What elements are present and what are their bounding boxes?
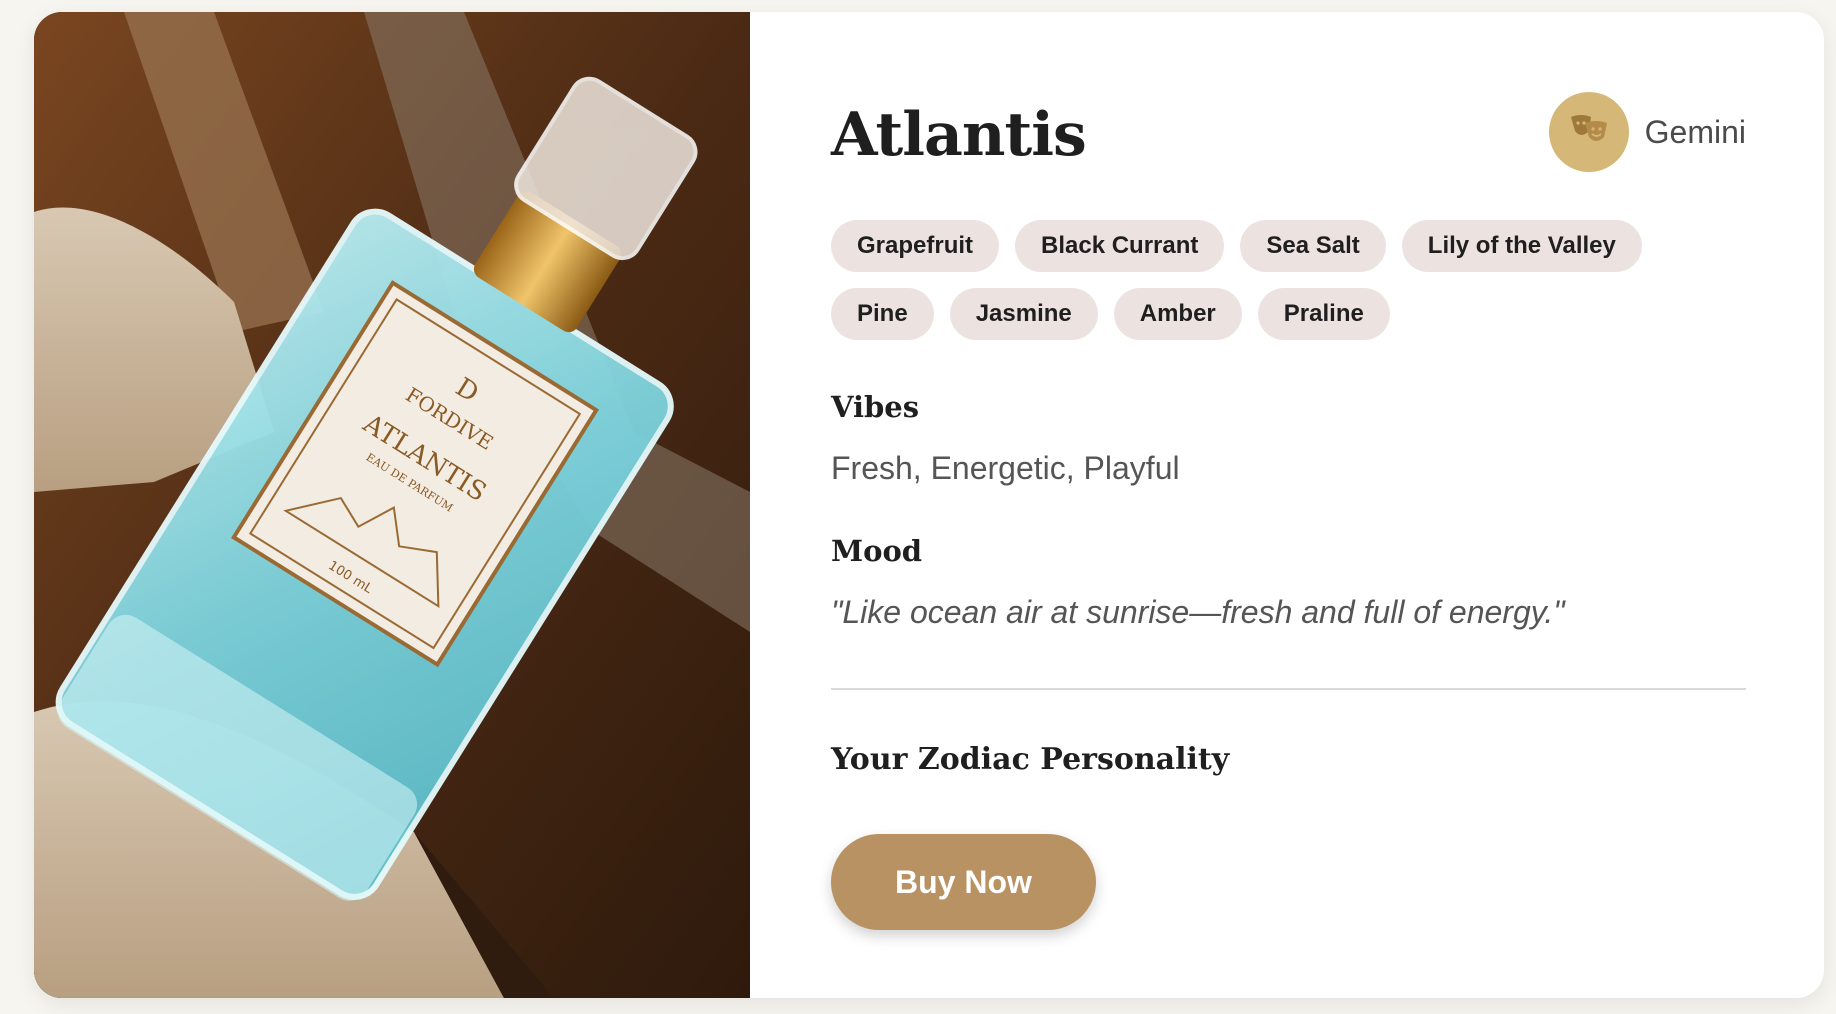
zodiac-sign: Gemini bbox=[1548, 92, 1746, 172]
zodiac-sign-label: Gemini bbox=[1644, 113, 1746, 150]
product-card: D FORDIVE ATLANTIS EAU DE PARFUM 100 mL … bbox=[34, 12, 1824, 998]
note-chip: Pine bbox=[831, 288, 934, 340]
zodiac-badge bbox=[1548, 92, 1629, 172]
note-chip: Jasmine bbox=[949, 288, 1098, 340]
note-chip: Amber bbox=[1113, 288, 1242, 340]
buy-now-button[interactable]: Buy Now bbox=[831, 834, 1096, 930]
product-details: Atlantis Gemini Grapefruit Black Currant… bbox=[750, 12, 1824, 998]
scent-notes: Grapefruit Black Currant Sea Salt Lily o… bbox=[831, 220, 1731, 340]
note-chip: Sea Salt bbox=[1240, 220, 1386, 272]
theater-masks-icon bbox=[1569, 113, 1609, 151]
zodiac-personality-heading: Your Zodiac Personality bbox=[831, 742, 1230, 777]
mood-heading: Mood bbox=[831, 534, 923, 568]
note-chip: Lily of the Valley bbox=[1401, 220, 1642, 272]
note-chip: Grapefruit bbox=[831, 220, 1000, 272]
mood-text: "Like ocean air at sunrise—fresh and ful… bbox=[831, 594, 1565, 630]
vibes-heading: Vibes bbox=[831, 390, 920, 424]
product-image: D FORDIVE ATLANTIS EAU DE PARFUM 100 mL bbox=[34, 12, 750, 998]
product-title: Atlantis bbox=[831, 100, 1087, 170]
divider bbox=[831, 688, 1746, 690]
note-chip: Black Currant bbox=[1015, 220, 1225, 272]
note-chip: Praline bbox=[1257, 288, 1390, 340]
vibes-text: Fresh, Energetic, Playful bbox=[831, 450, 1180, 486]
